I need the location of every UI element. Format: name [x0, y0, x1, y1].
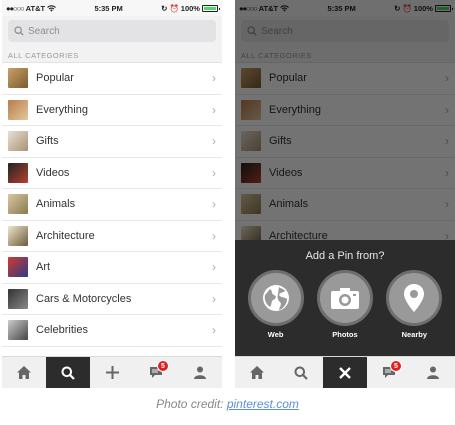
chevron-right-icon: ›	[212, 71, 216, 86]
tab-notifications[interactable]: 5	[134, 357, 178, 388]
category-thumbnail	[8, 288, 28, 309]
category-thumbnail	[8, 225, 28, 246]
category-thumbnail	[8, 162, 28, 183]
category-label: Animals	[36, 198, 76, 211]
category-label: Videos	[36, 166, 70, 179]
category-item-celebrities[interactable]: Celebrities ›	[2, 315, 222, 347]
category-label: Popular	[36, 72, 74, 85]
pin-source-label: Nearby	[401, 330, 428, 339]
category-item-art[interactable]: Art ›	[2, 252, 222, 284]
category-label: Everything	[36, 103, 88, 116]
browse-categories-screen: ●●○○○ AT&T 5:35 PM ↻ ⏰ 100% Search ALL C…	[2, 0, 222, 388]
tab-profile[interactable]	[178, 357, 222, 388]
category-thumbnail	[8, 257, 28, 278]
add-pin-from-photos-button[interactable]: Photos	[316, 270, 373, 339]
battery-icon	[201, 4, 220, 12]
tab-notifications[interactable]: 5	[367, 357, 411, 388]
category-label: Cars & Motorcycles	[36, 292, 132, 305]
category-item-architecture[interactable]: Architecture ›	[2, 220, 222, 252]
credit-prefix: Photo credit:	[156, 397, 224, 411]
add-pin-from-web-button[interactable]: Web	[247, 270, 304, 339]
category-label: Gifts	[36, 135, 59, 148]
pin-source-label: Photos	[332, 330, 358, 339]
category-label: Architecture	[36, 229, 95, 242]
home-icon	[17, 366, 31, 379]
category-list: Popular › Everything › Gifts › Videos › Anim…	[2, 63, 222, 347]
tab-home[interactable]	[235, 357, 279, 388]
tab-home[interactable]	[2, 357, 46, 388]
person-icon	[194, 366, 206, 379]
tab-bar: 5	[2, 356, 222, 388]
alarm-icon: ⏰	[169, 3, 179, 13]
notification-badge: 5	[157, 360, 169, 372]
wifi-icon	[47, 4, 56, 12]
chevron-right-icon: ›	[212, 228, 216, 243]
location-pin-icon	[404, 284, 425, 312]
tab-profile[interactable]	[411, 357, 455, 388]
search-placeholder: Search	[28, 25, 60, 37]
pin-source-label: Web	[267, 330, 284, 339]
category-item-everything[interactable]: Everything ›	[2, 94, 222, 126]
chevron-right-icon: ›	[212, 260, 216, 275]
category-thumbnail	[8, 99, 28, 120]
category-item-animals[interactable]: Animals ›	[2, 189, 222, 221]
category-item-gifts[interactable]: Gifts ›	[2, 126, 222, 158]
tab-search[interactable]	[46, 357, 90, 388]
chevron-right-icon: ›	[212, 197, 216, 212]
category-thumbnail	[8, 131, 28, 152]
close-icon	[339, 366, 351, 379]
photo-credit: Photo credit: pinterest.com	[0, 397, 455, 411]
signal-dots-icon: ●●○○○	[6, 3, 25, 13]
tab-search[interactable]	[279, 357, 323, 388]
add-pin-from-nearby-button[interactable]: Nearby	[386, 270, 443, 339]
add-pin-screen: ●●○○○ AT&T 5:35 PM ↻ ⏰ 100% Search ALL C…	[235, 0, 455, 388]
category-thumbnail	[8, 194, 28, 215]
chevron-right-icon: ›	[212, 134, 216, 149]
tab-close-add-pin[interactable]	[323, 357, 367, 388]
category-item-videos[interactable]: Videos ›	[2, 157, 222, 189]
search-icon	[14, 26, 24, 36]
globe-icon	[262, 285, 289, 311]
chevron-right-icon: ›	[212, 291, 216, 306]
search-input[interactable]: Search	[8, 20, 216, 42]
rotation-lock-icon: ↻	[161, 3, 168, 13]
battery-percent: 100%	[180, 3, 200, 13]
category-item-cars-motorcycles[interactable]: Cars & Motorcycles ›	[2, 283, 222, 315]
chevron-right-icon: ›	[212, 323, 216, 338]
add-pin-sheet: Add a Pin from? Web Photos Nearby	[235, 240, 455, 356]
category-item-popular[interactable]: Popular ›	[2, 63, 222, 95]
search-icon	[61, 366, 75, 380]
section-header: ALL CATEGORIES	[2, 47, 222, 63]
camera-icon	[330, 288, 359, 309]
carrier-label: AT&T	[25, 3, 46, 13]
chevron-right-icon: ›	[212, 102, 216, 117]
category-label: Celebrities	[36, 324, 88, 337]
category-thumbnail	[8, 320, 28, 341]
plus-icon	[105, 366, 119, 379]
tab-bar: 5	[235, 356, 455, 388]
tab-add-pin[interactable]	[90, 357, 134, 388]
person-icon	[427, 366, 439, 379]
status-bar: ●●○○○ AT&T 5:35 PM ↻ ⏰ 100%	[2, 0, 222, 16]
chevron-right-icon: ›	[212, 165, 216, 180]
category-thumbnail	[8, 68, 28, 89]
category-label: Art	[36, 261, 51, 274]
home-icon	[250, 366, 264, 379]
status-time: 5:35 PM	[94, 3, 123, 13]
notification-badge: 5	[390, 360, 402, 372]
credit-link[interactable]: pinterest.com	[227, 397, 299, 411]
add-pin-title: Add a Pin from?	[305, 250, 385, 262]
search-icon	[294, 366, 308, 380]
